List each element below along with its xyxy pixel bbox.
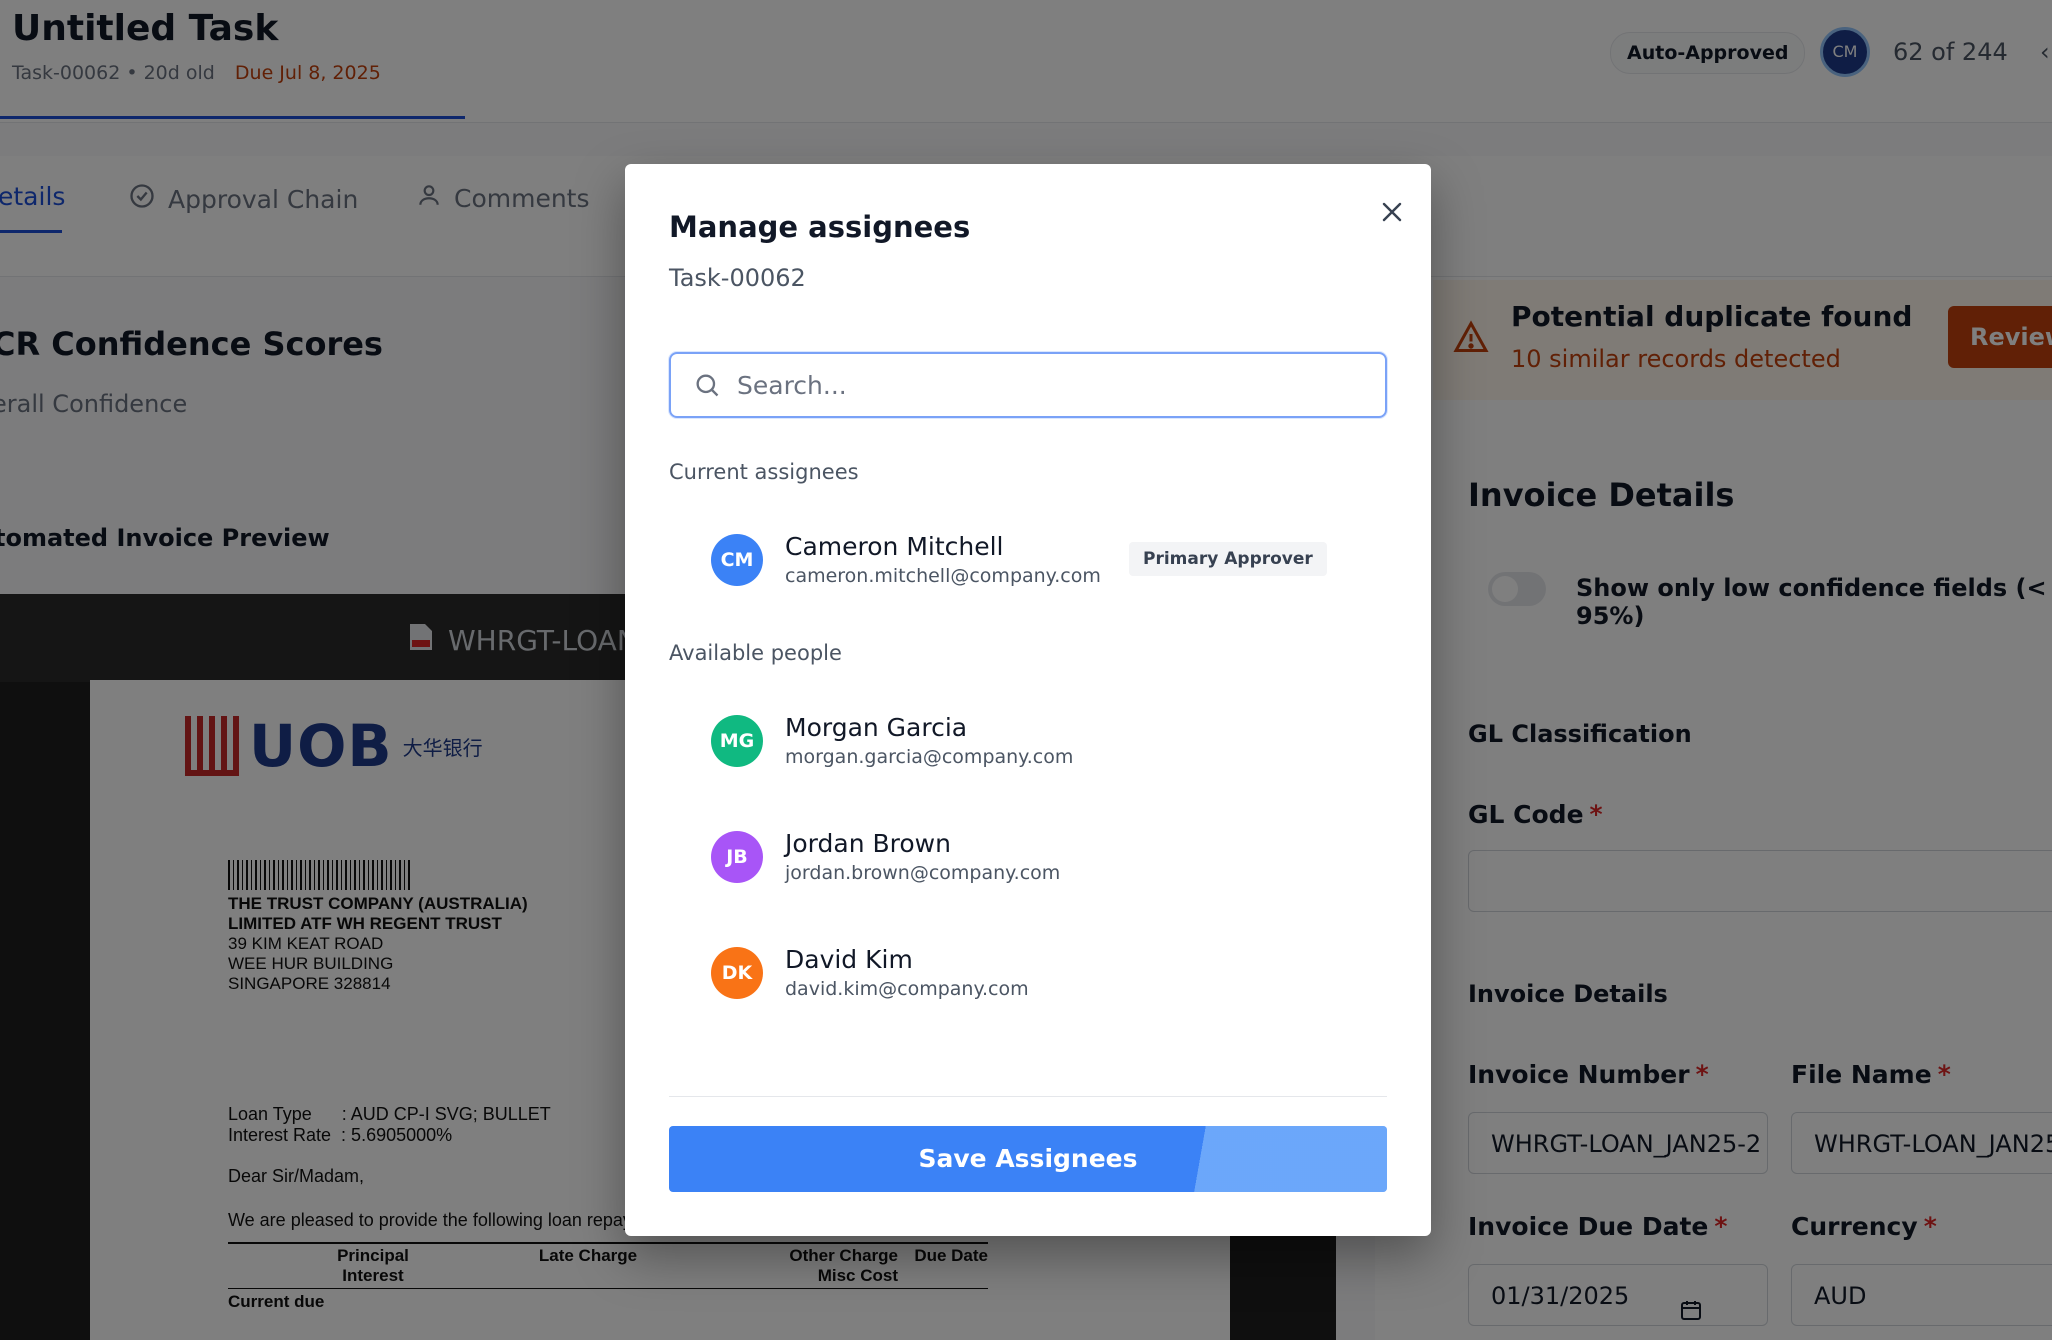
save-assignees-button[interactable]: Save Assignees [669,1126,1387,1192]
available-people-label: Available people [669,641,842,665]
search-box [669,352,1387,418]
save-assignees-label: Save Assignees [918,1144,1138,1173]
available-person-item[interactable]: MG Morgan Garcia morgan.garcia@company.c… [711,701,1351,781]
search-input[interactable] [735,369,1385,401]
available-person-item[interactable]: DK David Kim david.kim@company.com [711,933,1351,1013]
person-email: david.kim@company.com [785,978,1029,1000]
dialog-title: Manage assignees [669,210,971,244]
dialog-subtitle: Task-00062 [669,264,806,292]
person-info: David Kim david.kim@company.com [785,944,1029,1002]
person-name: Jordan Brown [785,829,951,858]
avatar: MG [711,715,763,767]
person-name: Cameron Mitchell [785,532,1004,561]
person-name: Morgan Garcia [785,713,968,742]
person-info: Jordan Brown jordan.brown@company.com [785,828,1060,886]
person-email: jordan.brown@company.com [785,862,1061,884]
person-info: Morgan Garcia morgan.garcia@company.com [785,712,1073,770]
manage-assignees-dialog: Manage assignees Task-00062 Current assi… [625,164,1431,1236]
person-name: David Kim [785,945,913,974]
avatar: CM [711,534,763,586]
available-person-item[interactable]: JB Jordan Brown jordan.brown@company.com [711,817,1351,897]
close-button[interactable] [1370,192,1414,236]
current-assignees-label: Current assignees [669,460,859,484]
role-badge: Primary Approver [1129,542,1327,576]
avatar: JB [711,831,763,883]
search-icon [693,371,721,399]
current-assignee-item[interactable]: CM Cameron Mitchell cameron.mitchell@com… [711,520,1351,600]
dialog-divider [669,1096,1387,1097]
person-email: morgan.garcia@company.com [785,746,1074,768]
button-shine [1189,1126,1387,1192]
person-info: Cameron Mitchell cameron.mitchell@compan… [785,531,1101,589]
avatar: DK [711,947,763,999]
person-email: cameron.mitchell@company.com [785,565,1101,587]
close-icon [1381,201,1403,227]
